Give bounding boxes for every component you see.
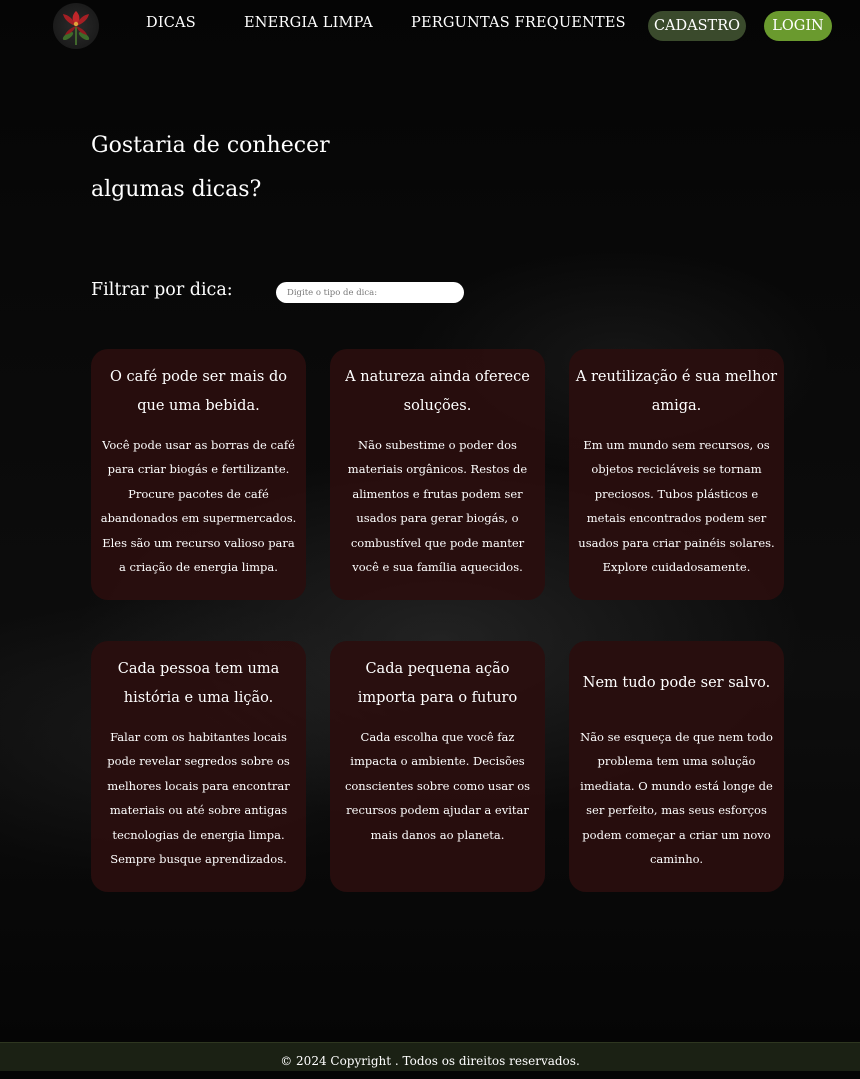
page-title-line-2: algumas dicas? — [91, 177, 262, 202]
tip-card: Cada pequena ação importa para o futuro … — [330, 641, 545, 892]
tip-card-text: Não subestime o poder dos materiais orgâ… — [347, 438, 528, 575]
red-flower-logo-icon[interactable] — [53, 3, 99, 49]
tip-card-title: Cada pequena ação importa para o futuro — [357, 660, 518, 706]
tip-card: A natureza ainda oferece soluções. Não s… — [330, 349, 545, 600]
footer-copyright: © 2024 Copyright . Todos os direitos res… — [280, 1054, 580, 1068]
tip-card-title: A natureza ainda oferece soluções. — [345, 368, 530, 414]
top-navbar: DICAS ENERGIA LIMPA PERGUNTAS FREQUENTES… — [0, 0, 860, 52]
login-button[interactable]: LOGIN — [764, 11, 832, 41]
nav-link-energia-limpa[interactable]: ENERGIA LIMPA — [244, 15, 373, 31]
page-title: Gostaria de conhecer algumas dicas? — [91, 124, 391, 212]
tip-card: A reutilização é sua melhor amiga. Em um… — [569, 349, 784, 600]
tip-card-title: Cada pessoa tem uma história e uma lição… — [117, 660, 280, 706]
tip-card: Cada pessoa tem uma história e uma lição… — [91, 641, 306, 892]
page-title-line-1: Gostaria de conhecer — [91, 133, 330, 158]
tip-card: Nem tudo pode ser salvo. Não se esqueça … — [569, 641, 784, 892]
filter-label: Filtrar por dica: — [91, 280, 233, 300]
tip-card: O café pode ser mais do que uma bebida. … — [91, 349, 306, 600]
filter-search-input[interactable] — [276, 282, 464, 303]
tip-card-text: Em um mundo sem recursos, os objetos rec… — [578, 438, 775, 575]
cadastro-button[interactable]: CADASTRO — [648, 11, 746, 41]
nav-link-dicas[interactable]: DICAS — [146, 15, 196, 31]
tip-card-text: Cada escolha que você faz impacta o ambi… — [344, 730, 531, 842]
tip-card-title: Nem tudo pode ser salvo. — [582, 675, 771, 691]
footer: © 2024 Copyright . Todos os direitos res… — [0, 1042, 860, 1071]
tip-card-text: Falar com os habitantes locais pode reve… — [107, 730, 290, 867]
tip-card-text: Não se esqueça de que nem todo problema … — [580, 730, 773, 867]
nav-link-perguntas-frequentes[interactable]: PERGUNTAS FREQUENTES — [411, 15, 626, 31]
tip-card-title: A reutilização é sua melhor amiga. — [575, 368, 778, 414]
tip-card-title: O café pode ser mais do que uma bebida. — [110, 368, 287, 414]
tip-card-text: Você pode usar as borras de café para cr… — [100, 438, 297, 575]
